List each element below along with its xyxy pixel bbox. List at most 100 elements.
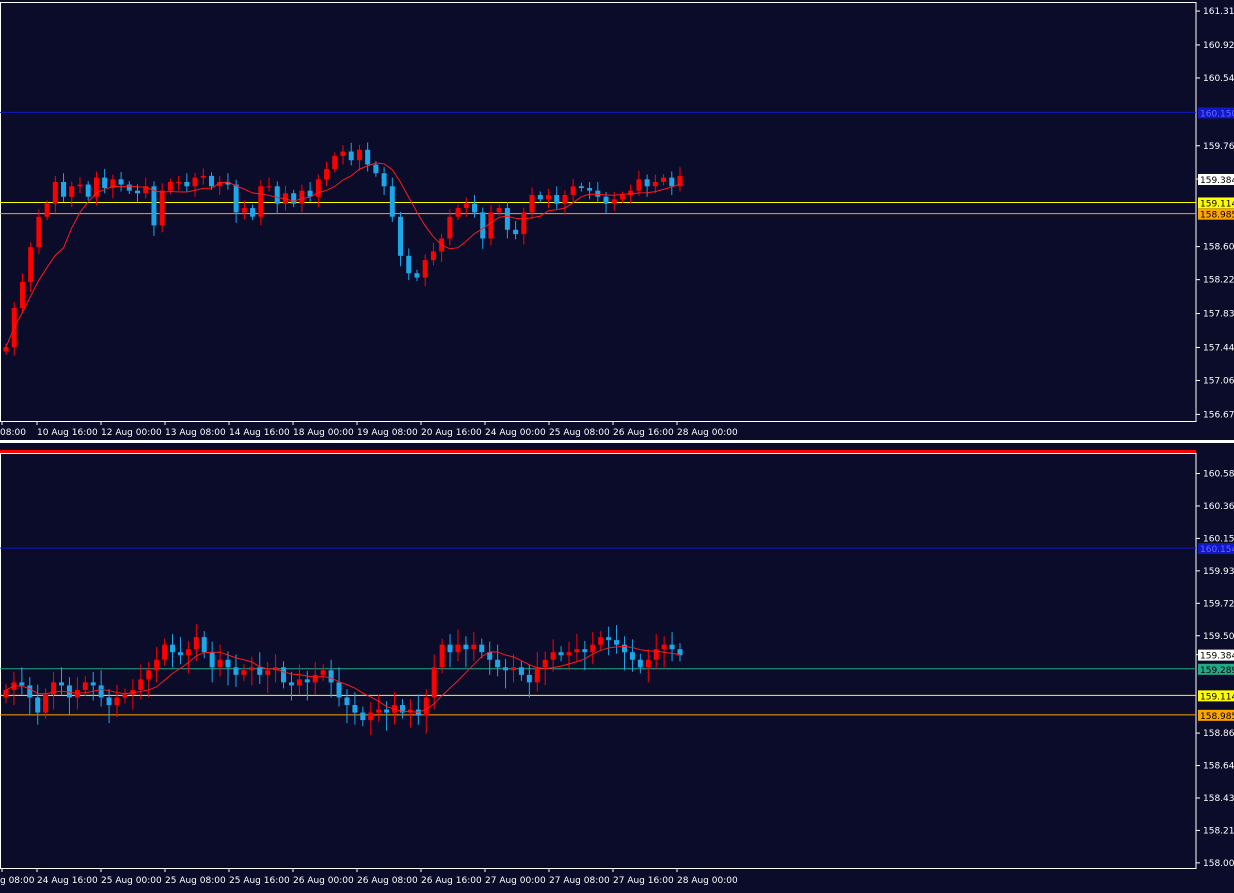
y-tick-label: 160.369 (1203, 502, 1234, 512)
candle-body (258, 186, 264, 217)
candle-body (162, 644, 168, 660)
candle-body (328, 670, 334, 683)
candle-body (90, 682, 96, 686)
candle-body (19, 682, 25, 686)
candle-body (74, 689, 80, 698)
x-tick-label: 27 Aug 08:00 (549, 876, 610, 886)
candle-body (44, 203, 50, 217)
candle-body (595, 190, 601, 197)
y-tick-label: 157.446 (1203, 343, 1234, 353)
candle-body (291, 193, 297, 204)
candle-body (510, 667, 516, 671)
level-price-text: 159.114 (1200, 199, 1234, 209)
candle-body (315, 179, 321, 197)
x-tick-label: 19 Aug 08:00 (357, 428, 418, 438)
y-tick-label: 158.219 (1203, 826, 1234, 836)
candle-body (645, 659, 651, 668)
candle-body (177, 652, 183, 656)
candle-body (636, 179, 642, 191)
y-tick-label: 160.154 (1203, 534, 1234, 544)
candle-body (233, 667, 239, 675)
candle-body (463, 644, 469, 650)
candle-body (587, 188, 593, 191)
candle-body (558, 652, 564, 656)
candle-body (77, 184, 83, 187)
candle-body (312, 674, 318, 683)
candle-body (122, 694, 128, 698)
candle-body (562, 194, 568, 204)
x-tick-label: 28 Aug 00:00 (677, 428, 738, 438)
candle-body (52, 181, 58, 204)
candle-body (356, 149, 362, 161)
level-price-text: 160.150 (1200, 109, 1234, 119)
candle-body (106, 697, 112, 706)
candle-body (652, 181, 658, 187)
x-tick-label: 27 Aug 16:00 (613, 876, 674, 886)
candle-body (619, 194, 625, 200)
candle-body (208, 175, 214, 187)
candle-body (447, 216, 453, 239)
candle-body (455, 644, 461, 653)
candle-body (344, 697, 350, 706)
candle-body (574, 649, 580, 653)
candle-body (550, 652, 556, 660)
plot-frame (0, 2, 1197, 422)
chart-canvas[interactable]: 161.316 160.926 160.546 159.766 159.384 158.6… (0, 0, 1234, 889)
y-tick-label: 158.864 (1203, 729, 1234, 739)
panel-separator (0, 440, 1234, 443)
candle-body (151, 186, 157, 226)
candle-body (598, 637, 604, 645)
candle-body (365, 149, 371, 165)
candle-body (661, 644, 667, 650)
candle-body (98, 685, 104, 698)
x-tick-label: 25 Aug 16:00 (229, 876, 290, 886)
candle-body (3, 347, 9, 352)
candle-body (422, 260, 428, 278)
candle-body (439, 644, 445, 668)
candle-body (3, 689, 9, 698)
candle-body (85, 184, 91, 197)
candle-body (590, 644, 596, 653)
candle-body (19, 281, 25, 308)
candle-body (566, 652, 572, 656)
y-tick-label: 159.724 (1203, 599, 1234, 609)
candle-body (496, 208, 502, 213)
x-tick-label: 24 Aug 00:00 (485, 428, 546, 438)
y-tick-label: 159.939 (1203, 567, 1234, 577)
candle-body (669, 644, 675, 650)
subwindow-top-border (0, 450, 1196, 453)
candle-body (521, 212, 527, 235)
candle-body (611, 199, 617, 204)
candle-body (201, 637, 207, 653)
candle-body (233, 184, 239, 213)
candle-body (381, 173, 387, 187)
x-tick-label: 25 Aug 08:00 (549, 428, 610, 438)
candle-body (578, 186, 584, 189)
x-tick-label: 26 Aug 08:00 (357, 876, 418, 886)
candle-body (526, 674, 532, 683)
candle-body (27, 685, 33, 698)
trading-chart-window[interactable]: 161.316 160.926 160.546 159.766 159.384 158.6… (0, 0, 1234, 889)
candle-body (154, 659, 160, 671)
candle-body (241, 670, 247, 675)
y-tick-label: 158.649 (1203, 762, 1234, 772)
candle-body (376, 709, 382, 713)
candle-body (266, 186, 272, 188)
x-tick-label: 13 Aug 08:00 (165, 428, 226, 438)
candle-body (159, 190, 165, 226)
candle-body (554, 194, 560, 204)
x-tick-label: 18 Aug 00:00 (293, 428, 354, 438)
candle-body (170, 644, 176, 653)
candle-body (368, 712, 374, 721)
candle-body (61, 181, 67, 197)
candle-body (66, 685, 72, 698)
y-tick-label: 159.766 (1203, 142, 1234, 152)
candle-body (455, 208, 461, 217)
candle-body (249, 667, 255, 671)
candle-body (43, 694, 49, 713)
candle-body (414, 273, 420, 278)
candle-body (669, 177, 675, 187)
x-tick-label: 25 Aug 00:00 (101, 876, 162, 886)
candle-body (384, 709, 390, 713)
candle-body (545, 194, 551, 200)
